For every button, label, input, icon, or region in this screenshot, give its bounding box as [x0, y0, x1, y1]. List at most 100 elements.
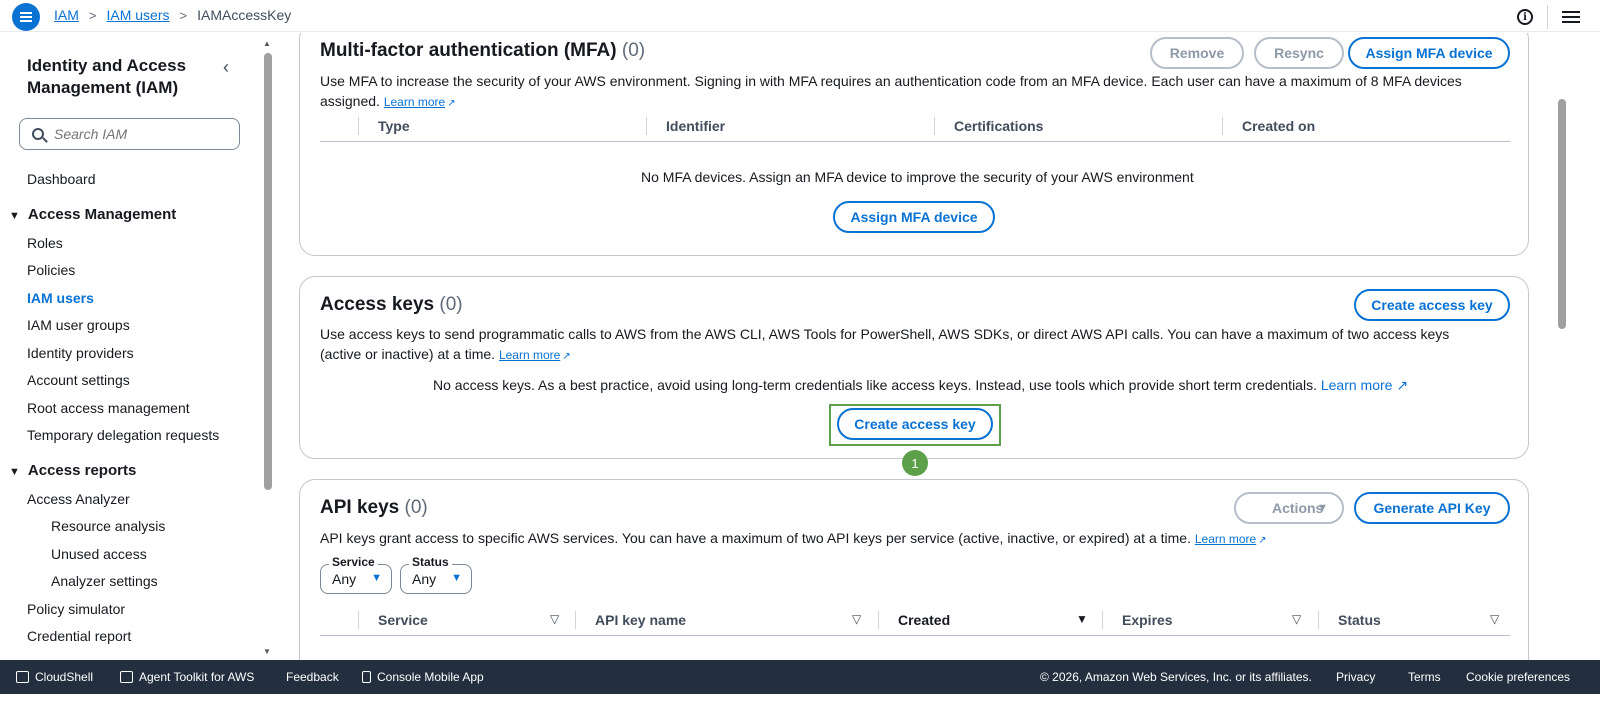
agent-toolkit-label: Agent Toolkit for AWS	[139, 670, 255, 684]
access-keys-card: Access keys (0) Create access key Use ac…	[299, 276, 1529, 459]
sidebar-item-credential-report[interactable]: Credential report	[27, 628, 131, 644]
scrollbar-thumb[interactable]	[264, 53, 272, 490]
api-keys-description-text: API keys grant access to specific AWS se…	[320, 530, 1191, 546]
sidebar-item-policy-simulator[interactable]: Policy simulator	[27, 601, 125, 617]
mobile-app-link[interactable]: Console Mobile App	[362, 670, 484, 684]
status-filter[interactable]: Status Any ▼	[400, 555, 472, 594]
api-keys-description: API keys grant access to specific AWS se…	[320, 528, 1490, 551]
filter-label: Status	[409, 555, 452, 569]
breadcrumb: IAM > IAM users > IAMAccessKey	[54, 7, 291, 23]
terms-link[interactable]: Terms	[1408, 670, 1441, 684]
sidebar-item-analyzer-settings[interactable]: Analyzer settings	[51, 573, 158, 589]
cookie-preferences-link[interactable]: Cookie preferences	[1466, 670, 1570, 684]
create-access-key-button[interactable]: Create access key	[1354, 289, 1510, 321]
assign-mfa-empty-button[interactable]: Assign MFA device	[833, 201, 995, 233]
generate-api-key-button[interactable]: Generate API Key	[1354, 492, 1510, 524]
column-separator	[575, 611, 576, 629]
mfa-title: Multi-factor authentication (MFA) (0)	[320, 40, 645, 62]
sidebar-section-access-reports[interactable]: ▼ Access reports	[9, 462, 136, 479]
column-separator	[1102, 611, 1103, 629]
mobile-app-label: Console Mobile App	[377, 670, 484, 684]
sidebar-item-identity-providers[interactable]: Identity providers	[27, 345, 134, 361]
service-filter[interactable]: Service Any ▼	[320, 555, 392, 594]
assign-mfa-button[interactable]: Assign MFA device	[1348, 37, 1510, 69]
filter-value: Any	[412, 571, 437, 587]
sort-icon[interactable]: ▽	[1490, 612, 1499, 626]
column-created-on[interactable]: Created on	[1242, 118, 1315, 134]
column-status[interactable]: Status	[1338, 612, 1381, 628]
access-keys-empty-text: No access keys. As a best practice, avoi…	[433, 377, 1408, 394]
api-keys-count: (0)	[404, 497, 428, 518]
column-certifications[interactable]: Certifications	[954, 118, 1043, 134]
cloudshell-label: CloudShell	[35, 670, 94, 684]
access-keys-description-text: Use access keys to send programmatic cal…	[320, 326, 1450, 362]
sidebar-item-policies[interactable]: Policies	[27, 262, 75, 278]
scroll-down-icon[interactable]: ▼	[263, 647, 271, 656]
sort-icon[interactable]: ▽	[852, 612, 861, 626]
breadcrumb-iam-users[interactable]: IAM users	[106, 7, 169, 23]
sidebar-item-access-analyzer[interactable]: Access Analyzer	[27, 491, 130, 507]
privacy-link[interactable]: Privacy	[1336, 670, 1375, 684]
api-keys-table-header: Service ▽ API key name ▽ Created ▼ Expir…	[320, 606, 1510, 636]
sidebar: Identity and Access Management (IAM) ‹ D…	[0, 33, 262, 660]
cloudshell-link[interactable]: CloudShell	[16, 670, 93, 684]
learn-more-label: Learn more	[383, 95, 446, 109]
actions-dropdown[interactable]: Actions ▼	[1234, 492, 1344, 524]
sidebar-item-roles[interactable]: Roles	[27, 235, 63, 251]
access-keys-empty-learn-more-link[interactable]: Learn more ↗	[1321, 377, 1408, 393]
sidebar-item-iam-user-groups[interactable]: IAM user groups	[27, 317, 130, 333]
agent-toolkit-link[interactable]: Agent Toolkit for AWS	[120, 670, 254, 684]
column-api-key-name[interactable]: API key name	[595, 612, 686, 628]
scrollbar-thumb[interactable]	[1558, 99, 1566, 329]
collapse-sidebar-icon[interactable]: ‹	[223, 57, 229, 78]
sidebar-item-resource-analysis[interactable]: Resource analysis	[51, 518, 165, 534]
mfa-table-header: Type Identifier Certifications Created o…	[320, 112, 1510, 142]
sidebar-item-unused-access[interactable]: Unused access	[51, 546, 147, 562]
column-identifier[interactable]: Identifier	[666, 118, 725, 134]
info-icon[interactable]: i	[1517, 9, 1533, 25]
mfa-description-text: Use MFA to increase the security of your…	[320, 73, 1462, 109]
sidebar-item-dashboard[interactable]: Dashboard	[27, 171, 96, 187]
search-field[interactable]	[19, 118, 240, 150]
preferences-icon[interactable]	[1562, 9, 1580, 25]
sort-descending-icon[interactable]: ▼	[1076, 612, 1088, 626]
top-bar: IAM > IAM users > IAMAccessKey i	[0, 0, 1600, 32]
sidebar-scrollbar[interactable]: ▲ ▼	[262, 37, 274, 660]
sort-icon[interactable]: ▽	[1292, 612, 1301, 626]
breadcrumb-separator: >	[88, 7, 97, 23]
sidebar-section-access-management[interactable]: ▼ Access Management	[9, 206, 176, 223]
external-link-icon: ↗	[562, 351, 571, 362]
mfa-card: Multi-factor authentication (MFA) (0) Re…	[299, 33, 1529, 256]
feedback-link[interactable]: Feedback	[286, 670, 339, 684]
column-expires[interactable]: Expires	[1122, 612, 1173, 628]
sidebar-item-account-settings[interactable]: Account settings	[27, 372, 130, 388]
resync-button[interactable]: Resync	[1254, 37, 1344, 69]
access-keys-empty-message: No access keys. As a best practice, avoi…	[433, 377, 1317, 393]
external-link-icon: ↗	[1258, 535, 1267, 546]
create-access-key-empty-button[interactable]: Create access key	[837, 408, 993, 440]
column-separator	[934, 117, 935, 135]
scroll-up-icon[interactable]: ▲	[263, 39, 271, 48]
column-service[interactable]: Service	[378, 612, 428, 628]
breadcrumb-iam[interactable]: IAM	[54, 7, 79, 23]
sidebar-item-root-access-management[interactable]: Root access management	[27, 400, 190, 416]
filter-value: Any	[332, 571, 357, 587]
sidebar-item-temporary-delegation-requests[interactable]: Temporary delegation requests	[27, 427, 219, 443]
access-keys-title: Access keys (0)	[320, 294, 463, 316]
mfa-learn-more-link[interactable]: Learn more ↗	[384, 95, 456, 109]
external-link-icon: ↗	[447, 98, 456, 109]
access-keys-learn-more-link[interactable]: Learn more ↗	[499, 348, 571, 362]
column-type[interactable]: Type	[378, 118, 410, 134]
menu-icon[interactable]	[12, 3, 40, 31]
section-label: Access Management	[27, 206, 177, 223]
column-separator	[646, 117, 647, 135]
column-created[interactable]: Created	[898, 612, 950, 628]
remove-button[interactable]: Remove	[1150, 37, 1244, 69]
api-keys-learn-more-link[interactable]: Learn more ↗	[1195, 532, 1267, 546]
sidebar-title: Identity and Access Management (IAM)	[27, 56, 187, 97]
main-scrollbar[interactable]	[1555, 33, 1569, 660]
sidebar-item-iam-users[interactable]: IAM users	[27, 290, 94, 306]
sort-icon[interactable]: ▽	[550, 612, 559, 626]
search-input[interactable]	[54, 126, 224, 142]
access-keys-description: Use access keys to send programmatic cal…	[320, 324, 1490, 367]
